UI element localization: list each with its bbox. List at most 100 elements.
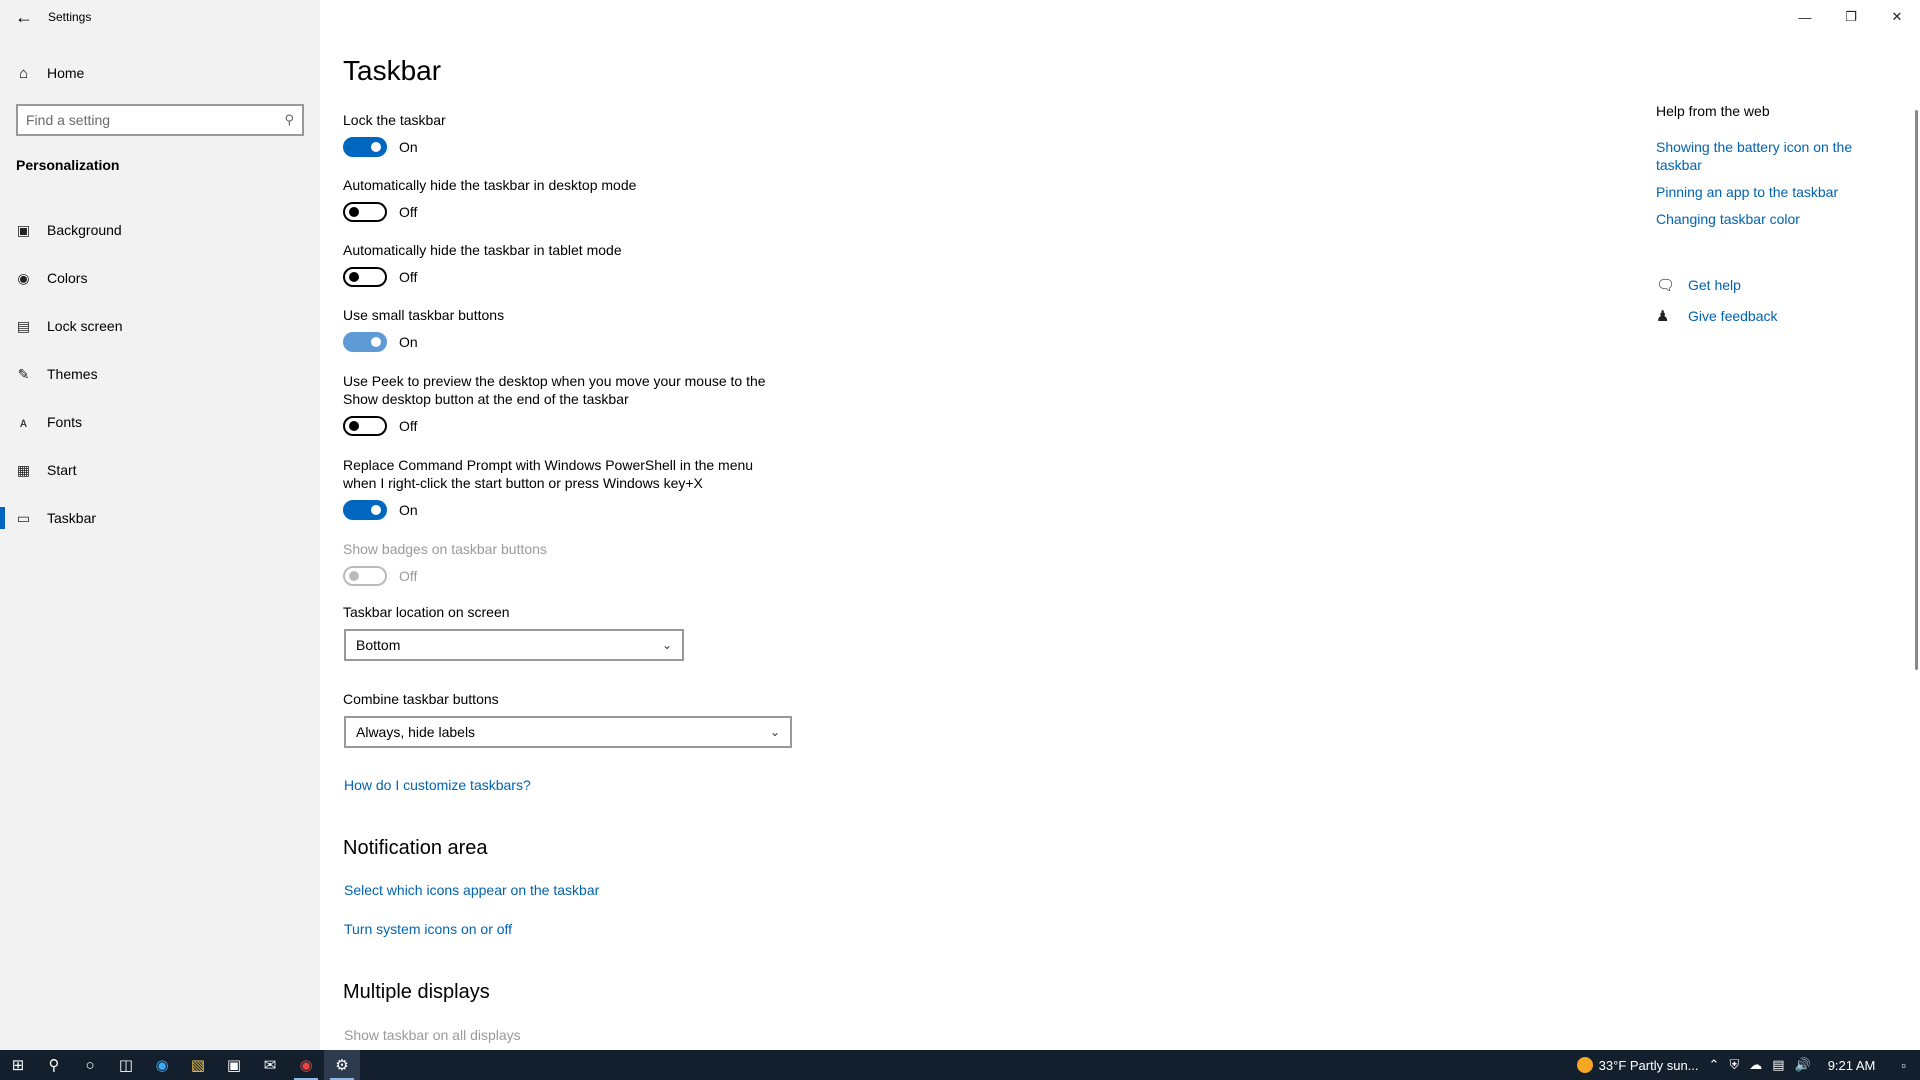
- task-view-icon[interactable]: ◫: [108, 1050, 144, 1080]
- home-icon: ⌂: [18, 64, 29, 82]
- setting-label: Use small taskbar buttons: [343, 307, 505, 323]
- start-button-icon[interactable]: ⊞: [0, 1050, 36, 1080]
- image-icon: ▣: [16, 221, 31, 238]
- page-title: Taskbar: [343, 55, 442, 86]
- chat-help-icon: 🗨: [1656, 277, 1676, 294]
- restore-icon[interactable]: ❐: [1828, 0, 1874, 34]
- back-arrow-icon[interactable]: ←: [0, 0, 48, 34]
- toggle-state: Off: [399, 568, 418, 584]
- setting-badges: Show badges on taskbar buttons Off: [343, 540, 803, 586]
- file-explorer-icon[interactable]: ▧: [180, 1050, 216, 1080]
- autohide-tablet-toggle[interactable]: [343, 267, 387, 287]
- sidebar-item-label: Lock screen: [47, 318, 123, 334]
- minimize-icon[interactable]: —: [1782, 0, 1828, 34]
- search-input[interactable]: [26, 112, 285, 128]
- location-dropdown[interactable]: Bottom ⌄: [344, 629, 684, 661]
- sidebar-item-background[interactable]: ▣ Background: [0, 206, 320, 254]
- sidebar-item-label: Taskbar: [47, 510, 97, 526]
- help-link-color[interactable]: Changing taskbar color: [1656, 210, 1876, 228]
- settings-gear-icon[interactable]: ⚙: [324, 1050, 360, 1080]
- autohide-desktop-toggle[interactable]: [343, 202, 387, 222]
- notifications-icon[interactable]: ▫: [1887, 1058, 1920, 1073]
- combine-label: Combine taskbar buttons: [343, 691, 499, 707]
- peek-toggle[interactable]: [343, 416, 387, 436]
- toggle-state: On: [399, 139, 418, 155]
- sidebar-item-label: Fonts: [47, 414, 83, 430]
- sidebar-item-label: Colors: [47, 270, 88, 286]
- sidebar-item-home[interactable]: ⌂ Home: [0, 57, 320, 89]
- weather-text: 33°F Partly sun...: [1598, 1057, 1699, 1073]
- setting-lock-taskbar: Lock the taskbar On: [343, 111, 803, 157]
- setting-label: Automatically hide the taskbar in deskto…: [343, 177, 637, 193]
- edge-browser-icon[interactable]: ◉: [144, 1050, 180, 1080]
- toggle-state: Off: [399, 418, 418, 434]
- location-value: Bottom: [356, 637, 401, 653]
- search-icon[interactable]: ⚲: [284, 112, 294, 128]
- setting-label: Show badges on taskbar buttons: [343, 541, 547, 557]
- system-icons-link[interactable]: Turn system icons on or off: [344, 921, 512, 937]
- palette-icon: ◉: [17, 269, 30, 286]
- title-bar: ← Settings: [0, 0, 91, 34]
- combine-value: Always, hide labels: [356, 724, 476, 740]
- store-icon[interactable]: ▣: [216, 1050, 252, 1080]
- network-icon[interactable]: ▤: [1767, 1057, 1789, 1073]
- give-feedback-row[interactable]: ♟ Give feedback: [1656, 307, 1778, 325]
- chrome-icon[interactable]: ◉: [288, 1050, 324, 1080]
- select-icons-link[interactable]: Select which icons appear on the taskbar: [344, 882, 599, 898]
- setting-powershell: Replace Command Prompt with Windows Powe…: [343, 456, 783, 520]
- setting-autohide-tablet: Automatically hide the taskbar in tablet…: [343, 241, 803, 287]
- settings-window: ← Settings ⌂ Home ⚲ Personalization ▣ Ba…: [0, 0, 1920, 1050]
- help-title: Help from the web: [1656, 103, 1770, 119]
- feedback-icon: ♟: [1656, 308, 1670, 325]
- help-link-pinning[interactable]: Pinning an app to the taskbar: [1656, 183, 1876, 201]
- setting-label: Automatically hide the taskbar in tablet…: [343, 242, 622, 258]
- home-label: Home: [47, 65, 85, 81]
- toggle-state: Off: [399, 204, 418, 220]
- cortana-icon[interactable]: ○: [72, 1050, 108, 1080]
- sidebar: ← Settings ⌂ Home ⚲ Personalization ▣ Ba…: [0, 0, 320, 1050]
- get-help-row[interactable]: 🗨 Get help: [1656, 276, 1741, 294]
- combine-dropdown[interactable]: Always, hide labels ⌄: [344, 716, 792, 748]
- close-icon[interactable]: ✕: [1874, 0, 1920, 34]
- clock[interactable]: 9:21 AM: [1816, 1058, 1888, 1073]
- sidebar-nav: ▣ Background ◉ Colors ▤ Lock screen ✎ Th…: [0, 206, 320, 542]
- customize-taskbars-link[interactable]: How do I customize taskbars?: [344, 777, 531, 793]
- small-buttons-toggle[interactable]: [343, 332, 387, 352]
- window-title: Settings: [48, 10, 92, 24]
- chevron-down-icon: ⌄: [661, 638, 672, 652]
- onedrive-icon[interactable]: ☁: [1744, 1057, 1767, 1073]
- weather-widget[interactable]: 33°F Partly sun...: [1572, 1057, 1704, 1073]
- volume-icon[interactable]: 🔊: [1790, 1057, 1816, 1073]
- show-all-displays-label: Show taskbar on all displays: [344, 1027, 521, 1043]
- sidebar-item-fonts[interactable]: ᴀ Fonts: [0, 398, 320, 446]
- section-title: Personalization: [16, 157, 120, 173]
- brush-icon: ✎: [17, 365, 30, 382]
- setting-peek: Use Peek to preview the desktop when you…: [343, 372, 783, 436]
- notification-area-heading: Notification area: [343, 837, 488, 859]
- sidebar-item-label: Background: [47, 222, 122, 238]
- search-box[interactable]: ⚲: [16, 104, 304, 136]
- sidebar-item-taskbar[interactable]: ▭ Taskbar: [0, 494, 320, 542]
- search-icon[interactable]: ⚲: [36, 1050, 72, 1080]
- sidebar-item-lock-screen[interactable]: ▤ Lock screen: [0, 302, 320, 350]
- security-icon[interactable]: ⛨: [1724, 1057, 1744, 1073]
- font-icon: ᴀ: [20, 414, 27, 430]
- powershell-toggle[interactable]: [343, 500, 387, 520]
- lock-screen-icon: ▤: [16, 317, 31, 334]
- taskbar-icon: ▭: [16, 509, 31, 526]
- scrollbar[interactable]: [1915, 110, 1918, 670]
- sidebar-item-start[interactable]: ▦ Start: [0, 446, 320, 494]
- chevron-down-icon: ⌄: [769, 725, 780, 739]
- help-link-battery[interactable]: Showing the battery icon on the taskbar: [1656, 138, 1876, 174]
- give-feedback-link[interactable]: Give feedback: [1688, 308, 1778, 324]
- setting-small-buttons: Use small taskbar buttons On: [343, 306, 803, 352]
- location-label: Taskbar location on screen: [343, 604, 510, 620]
- weather-icon: [1576, 1057, 1593, 1073]
- lock-taskbar-toggle[interactable]: [343, 137, 387, 157]
- mail-icon[interactable]: ✉: [252, 1050, 288, 1080]
- sidebar-item-themes[interactable]: ✎ Themes: [0, 350, 320, 398]
- chevron-up-icon[interactable]: ⌃: [1704, 1057, 1725, 1073]
- sidebar-item-colors[interactable]: ◉ Colors: [0, 254, 320, 302]
- toggle-state: Off: [399, 269, 418, 285]
- get-help-link[interactable]: Get help: [1688, 277, 1741, 293]
